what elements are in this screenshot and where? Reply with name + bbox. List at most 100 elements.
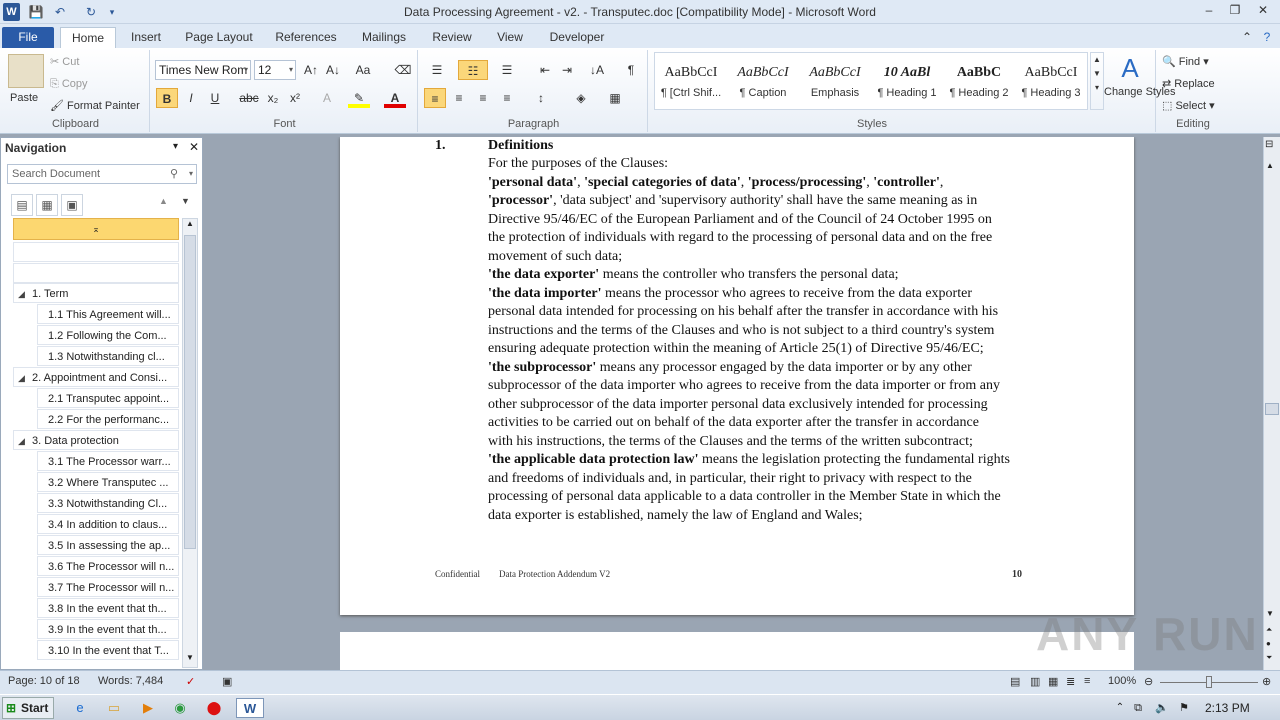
style-heading-1[interactable]: 10 AaBl ¶ Heading 1 <box>871 59 943 109</box>
file-explorer-icon[interactable]: ▭ <box>102 698 126 718</box>
nav-heading-level2[interactable]: 3.1 The Processor warr... <box>37 451 179 471</box>
volume-icon[interactable]: 🔈 <box>1150 698 1174 718</box>
previous-page-icon[interactable]: ⏶ <box>1266 625 1272 635</box>
nav-heading-blank[interactable] <box>13 242 179 262</box>
style-emphasis[interactable]: AaBbCcI Emphasis <box>799 59 871 109</box>
text-effects-icon[interactable]: A <box>316 88 338 108</box>
highlight-color-icon[interactable]: ✎ <box>348 88 370 108</box>
nav-heading-level2[interactable]: 3.7 The Processor will n... <box>37 577 179 597</box>
media-player-icon[interactable]: ▶ <box>136 698 160 718</box>
document-scrollbar[interactable]: ⊟ ▲ ▼ ⏶ ● ⏷ <box>1263 137 1280 670</box>
cut-button[interactable]: ✂ Cut <box>50 54 79 70</box>
nav-heading-level2[interactable]: 3.8 In the event that th... <box>37 598 179 618</box>
search-options-icon[interactable]: ▾ <box>189 165 193 183</box>
nav-heading-level2[interactable]: 2.2 For the performanc... <box>37 409 179 429</box>
font-name-select[interactable]: Times New Rom ▾ <box>155 60 251 80</box>
bold-button[interactable]: B <box>156 88 178 108</box>
tab-home[interactable]: Home <box>60 27 116 48</box>
decrease-indent-icon[interactable]: ⇤ <box>534 60 556 80</box>
format-painter-button[interactable]: 🖌 Format Painter <box>50 98 140 114</box>
maximize-icon[interactable]: ❐ <box>1222 0 1248 20</box>
word-count[interactable]: Words: 7,484 <box>98 675 163 687</box>
next-document-page[interactable] <box>340 632 1134 670</box>
align-left-icon[interactable]: ≡ <box>424 88 446 108</box>
word-taskbar-icon[interactable]: W <box>236 698 264 718</box>
change-case-icon[interactable]: Aa <box>352 60 374 80</box>
close-window-icon[interactable]: ✕ <box>1248 0 1278 20</box>
copy-button[interactable]: ⎘ Copy <box>50 76 88 92</box>
nav-scroll-thumb[interactable] <box>184 235 196 549</box>
nav-heading-level2[interactable]: 3.3 Notwithstanding Cl... <box>37 493 179 513</box>
previous-heading-icon[interactable]: ▲ <box>159 196 168 206</box>
multilevel-list-icon[interactable]: ☰ <box>496 60 518 80</box>
page-indicator[interactable]: Page: 10 of 18 <box>8 675 80 687</box>
internet-explorer-icon[interactable]: e <box>68 698 92 718</box>
scroll-up-icon[interactable]: ▲ <box>1266 161 1274 170</box>
action-center-flag-icon[interactable]: ⚑ <box>1172 698 1196 718</box>
nav-heading-level2[interactable]: 1.1 This Agreement will... <box>37 304 179 324</box>
ruler-toggle-icon[interactable]: ⊟ <box>1265 139 1273 150</box>
print-layout-icon[interactable]: ▤ <box>1010 675 1020 688</box>
increase-indent-icon[interactable]: ⇥ <box>556 60 578 80</box>
nav-heading-level1[interactable]: ◢ 2. Appointment and Consi... <box>13 367 179 387</box>
paste-icon[interactable] <box>8 54 44 88</box>
tab-insert[interactable]: Insert <box>124 27 168 48</box>
zoom-in-icon[interactable]: ⊕ <box>1262 675 1271 688</box>
full-screen-reading-icon[interactable]: ▥ <box>1030 675 1040 688</box>
bullets-icon[interactable]: ☰ <box>426 60 448 80</box>
tab-mailings[interactable]: Mailings <box>354 27 414 48</box>
nav-heading-level1[interactable]: ◢ 3. Data protection <box>13 430 179 450</box>
borders-icon[interactable]: ▦ <box>604 88 626 108</box>
collapse-triangle-icon[interactable]: ◢ <box>18 431 25 449</box>
nav-heading-level2[interactable]: 3.10 In the event that T... <box>37 640 179 660</box>
collapse-triangle-icon[interactable]: ◢ <box>18 284 25 302</box>
nav-heading-level2[interactable]: 3.4 In addition to claus... <box>37 514 179 534</box>
clear-formatting-icon[interactable]: ⌫ <box>392 60 414 80</box>
style-heading-2[interactable]: AaBbC ¶ Heading 2 <box>943 59 1015 109</box>
superscript-button[interactable]: x² <box>284 88 306 108</box>
next-page-icon[interactable]: ⏷ <box>1266 653 1272 663</box>
start-button[interactable]: Start ⊞ <box>2 697 54 719</box>
numbering-icon[interactable]: ☷ <box>458 60 488 80</box>
sort-icon[interactable]: ↓A <box>586 60 608 80</box>
tab-review[interactable]: Review <box>426 27 478 48</box>
tab-references[interactable]: References <box>268 27 344 48</box>
align-right-icon[interactable]: ≡ <box>472 88 494 108</box>
scroll-down-icon[interactable]: ▼ <box>1266 609 1274 618</box>
style-caption[interactable]: AaBbCcI ¶ Caption <box>727 59 799 109</box>
nav-heading-level1[interactable]: ◢ 1. Term <box>13 283 179 303</box>
nav-selected-heading[interactable]: ⌅ <box>13 218 179 240</box>
styles-scroll-icon[interactable]: ▲ ▼ ▾ <box>1090 52 1104 110</box>
style-heading-3[interactable]: AaBbCcI ¶ Heading 3 <box>1015 59 1087 109</box>
collapse-triangle-icon[interactable]: ◢ <box>18 368 25 386</box>
nav-heading-level2[interactable]: 3.9 In the event that th... <box>37 619 179 639</box>
change-styles-icon[interactable]: A <box>1108 52 1152 84</box>
paste-button[interactable]: Paste <box>10 90 38 106</box>
font-color-icon[interactable]: A <box>384 88 406 108</box>
align-center-icon[interactable]: ≡ <box>448 88 470 108</box>
shrink-font-icon[interactable]: A↓ <box>322 60 344 80</box>
line-spacing-icon[interactable]: ↕ <box>530 88 552 108</box>
shading-icon[interactable]: ◈ <box>570 88 592 108</box>
replace-button[interactable]: ⇄ Replace <box>1162 76 1215 92</box>
zoom-out-icon[interactable]: ⊖ <box>1144 675 1153 688</box>
font-size-select[interactable]: 12 ▾ <box>254 60 296 80</box>
zoom-level[interactable]: 100% <box>1108 675 1136 687</box>
nav-results-tab-icon[interactable]: ▣ <box>61 194 83 216</box>
nav-headings-tab-icon[interactable]: ▤ <box>11 194 33 216</box>
minimize-icon[interactable]: – <box>1196 0 1222 20</box>
tab-view[interactable]: View <box>488 27 532 48</box>
subscript-button[interactable]: x₂ <box>262 88 284 108</box>
zoom-slider-thumb[interactable] <box>1206 676 1212 688</box>
help-icon[interactable]: ? <box>1258 27 1276 48</box>
nav-scroll-down-icon[interactable]: ▼ <box>183 653 197 667</box>
nav-heading-level2[interactable]: 1.2 Following the Com... <box>37 325 179 345</box>
draft-view-icon[interactable]: ≡ <box>1084 675 1090 687</box>
strikethrough-button[interactable]: abc <box>236 88 262 108</box>
nav-heading-level2[interactable]: 2.1 Transputec appoint... <box>37 388 179 408</box>
show-formatting-icon[interactable]: ¶ <box>620 60 642 80</box>
proofing-icon[interactable]: ✓ <box>186 675 195 688</box>
document-scroll-thumb[interactable] <box>1265 403 1279 415</box>
select-button[interactable]: ⬚ Select ▾ <box>1162 98 1215 114</box>
nav-heading-level2[interactable]: 3.5 In assessing the ap... <box>37 535 179 555</box>
